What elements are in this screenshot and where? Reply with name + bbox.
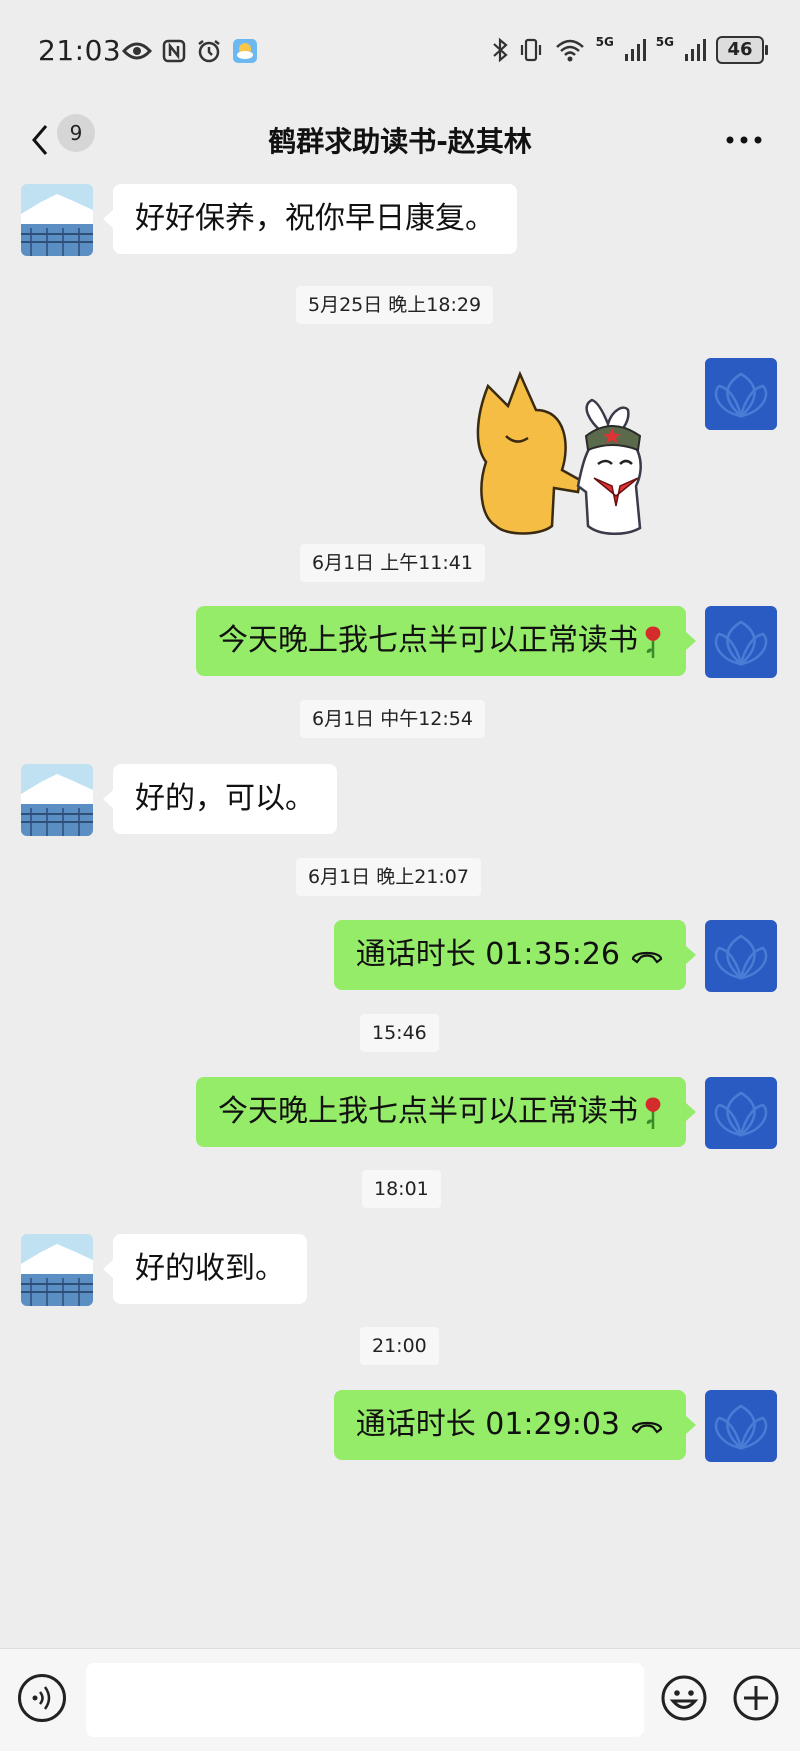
call-duration-text: 通话时长 01:29:03 xyxy=(355,1407,620,1442)
message-bubble-incoming[interactable]: 好的，可以。 xyxy=(103,764,337,834)
call-record-bubble[interactable]: 通话时长 01:29:03 xyxy=(333,1390,697,1460)
message-bubble-outgoing[interactable]: 今天晚上我七点半可以正常读书 xyxy=(196,606,696,676)
signal-icon xyxy=(685,39,706,61)
contact-avatar[interactable] xyxy=(21,1234,93,1306)
self-avatar[interactable] xyxy=(705,1077,777,1149)
timestamp: 6月1日 晚上21:07 xyxy=(296,858,481,896)
timestamp: 6月1日 上午11:41 xyxy=(300,544,485,582)
rose-icon xyxy=(645,626,661,658)
more-functions-button[interactable] xyxy=(732,1674,780,1722)
timestamp: 15:46 xyxy=(360,1014,439,1052)
signal-icon xyxy=(624,39,646,61)
emoji-icon xyxy=(661,1675,707,1721)
plus-icon xyxy=(733,1675,779,1721)
timestamp: 5月25日 晚上18:29 xyxy=(296,286,494,324)
message-text: 今天晚上我七点半可以正常读书 xyxy=(218,623,638,658)
message-text: 今天晚上我七点半可以正常读书 xyxy=(218,1094,638,1129)
wifi-icon xyxy=(555,39,584,62)
voice-input-button[interactable] xyxy=(18,1674,66,1722)
self-avatar[interactable] xyxy=(705,606,777,678)
rose-icon xyxy=(645,1097,661,1129)
timestamp: 6月1日 中午12:54 xyxy=(300,700,485,738)
message-list[interactable]: 好好保养，祝你早日康复。 5月25日 晚上18:29 6月1日 上午11:41 … xyxy=(0,170,800,1648)
self-avatar[interactable] xyxy=(705,358,777,430)
eye-icon xyxy=(122,42,152,60)
input-bar xyxy=(0,1648,800,1751)
nfc-icon xyxy=(162,39,186,63)
alarm-icon xyxy=(198,40,220,63)
handshake-sticker[interactable] xyxy=(470,366,660,556)
chat-title: 鹤群求助读书-赵其林 xyxy=(268,125,532,158)
phone-hangup-icon xyxy=(631,1421,663,1434)
bluetooth-icon xyxy=(492,37,508,63)
status-time: 21:03 xyxy=(38,34,122,67)
message-bubble-outgoing[interactable]: 今天晚上我七点半可以正常读书 xyxy=(196,1077,696,1147)
emoji-button[interactable] xyxy=(660,1674,708,1722)
self-avatar[interactable] xyxy=(705,920,777,992)
message-bubble-incoming[interactable]: 好的收到。 xyxy=(103,1234,307,1304)
more-icon[interactable] xyxy=(724,128,764,152)
call-record-bubble[interactable]: 通话时长 01:35:26 xyxy=(333,920,697,990)
network-type-label: 5G xyxy=(595,35,614,49)
contact-avatar[interactable] xyxy=(21,184,93,256)
contact-avatar[interactable] xyxy=(21,764,93,836)
timestamp: 18:01 xyxy=(362,1170,441,1208)
vibrate-icon xyxy=(520,38,541,62)
battery-icon: 46 xyxy=(716,36,768,64)
phone-hangup-icon xyxy=(631,951,663,964)
message-bubble-incoming[interactable]: 好好保养，祝你早日康复。 xyxy=(103,184,517,254)
status-bar: 21:03 5G 5G 46 xyxy=(0,0,800,100)
call-duration-text: 通话时长 01:35:26 xyxy=(355,937,620,972)
chat-header: 9 鹤群求助读书-赵其林 xyxy=(0,100,800,180)
timestamp: 21:00 xyxy=(360,1327,439,1365)
self-avatar[interactable] xyxy=(705,1390,777,1462)
voice-icon xyxy=(32,1686,51,1710)
message-input[interactable] xyxy=(86,1663,644,1737)
network-type-label: 5G xyxy=(655,35,674,49)
weather-icon xyxy=(233,39,257,63)
